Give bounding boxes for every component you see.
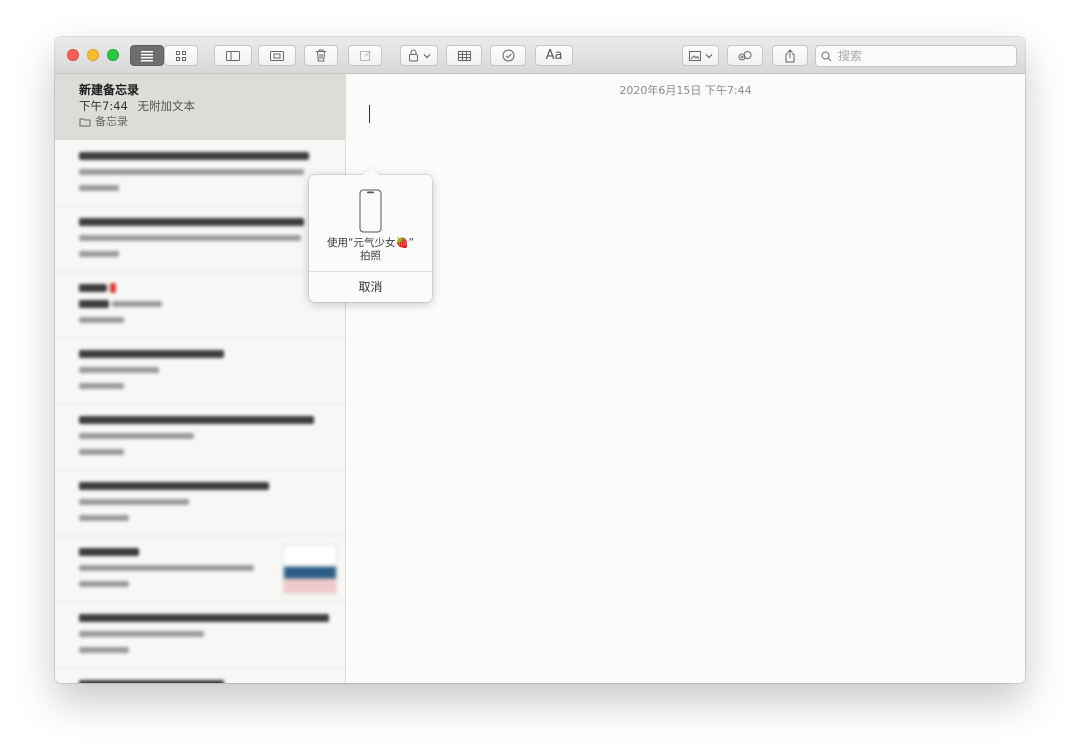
toolbar: Aa: [55, 37, 1025, 74]
note-editor[interactable]: 2020年6月15日 下午7:44: [346, 74, 1025, 683]
list-item[interactable]: [55, 668, 345, 683]
list-item[interactable]: [55, 404, 345, 470]
add-people-icon: [738, 50, 752, 60]
note-thumbnail: [283, 544, 337, 594]
attachments-icon: [270, 50, 284, 61]
note-time: 下午7:44: [79, 99, 128, 113]
chevron-down-icon: [705, 53, 713, 58]
text-caret: [369, 105, 370, 123]
list-view-button[interactable]: [130, 45, 164, 66]
trash-icon: [316, 49, 326, 62]
gallery-view-button[interactable]: [164, 45, 198, 66]
collaborate-button[interactable]: [727, 45, 763, 66]
list-icon: [141, 50, 153, 61]
lock-icon: [408, 49, 418, 62]
format-button[interactable]: Aa: [535, 45, 573, 66]
search-icon: [821, 50, 832, 61]
list-item[interactable]: [55, 206, 345, 272]
photo-icon: [689, 50, 701, 61]
note-title: 新建备忘录: [79, 83, 140, 97]
list-item[interactable]: [55, 470, 345, 536]
new-note-button[interactable]: [348, 45, 382, 66]
list-item-selected[interactable]: 新建备忘录 下午7:44 无附加文本 备忘录: [55, 74, 345, 140]
list-item[interactable]: [55, 338, 345, 404]
sidebar-icon: [226, 50, 240, 61]
notes-list: 新建备忘录 下午7:44 无附加文本 备忘录: [55, 74, 346, 683]
close-button[interactable]: [67, 49, 79, 61]
table-button[interactable]: [446, 45, 482, 66]
toggle-sidebar-button[interactable]: [214, 45, 252, 66]
folder-icon: [79, 118, 91, 127]
note-folder: 备忘录: [79, 114, 345, 130]
popover-label-line1: 使用“元气少女🍓”: [327, 237, 414, 249]
search-field[interactable]: [815, 45, 1017, 67]
list-item[interactable]: [55, 536, 345, 602]
cancel-button[interactable]: 取消: [309, 273, 432, 301]
note-date: 2020年6月15日 下午7:44: [619, 84, 752, 97]
iphone-icon: [359, 189, 382, 233]
notes-window: Aa 新建备忘录 下午7:44 无附加文本 备忘录: [55, 37, 1025, 683]
compose-icon: [359, 50, 371, 61]
continuity-camera-popover: 使用“元气少女🍓” 拍照 取消: [309, 175, 432, 302]
media-button[interactable]: [682, 45, 719, 66]
list-item[interactable]: [55, 140, 345, 206]
share-button[interactable]: [772, 45, 808, 66]
list-item[interactable]: [55, 602, 345, 668]
attachments-button[interactable]: [258, 45, 296, 66]
zoom-button[interactable]: [107, 49, 119, 61]
chevron-down-icon: [423, 53, 430, 58]
minimize-button[interactable]: [87, 49, 99, 61]
delete-button[interactable]: [304, 45, 338, 66]
note-folder-name: 备忘录: [95, 115, 128, 128]
note-preview: 无附加文本: [137, 99, 195, 113]
checklist-button[interactable]: [490, 45, 526, 66]
list-item[interactable]: [55, 272, 345, 338]
note-meta: 下午7:44 无附加文本: [79, 98, 345, 114]
popover-label-line2: 拍照: [360, 250, 381, 262]
checkmark-circle-icon: [502, 49, 514, 62]
lock-button[interactable]: [400, 45, 438, 66]
search-input[interactable]: [836, 48, 1010, 64]
popover-label: 使用“元气少女🍓” 拍照: [309, 237, 432, 263]
popover-divider: [309, 271, 432, 272]
share-icon: [785, 48, 795, 62]
table-icon: [457, 50, 471, 61]
grid-icon: [176, 50, 186, 61]
